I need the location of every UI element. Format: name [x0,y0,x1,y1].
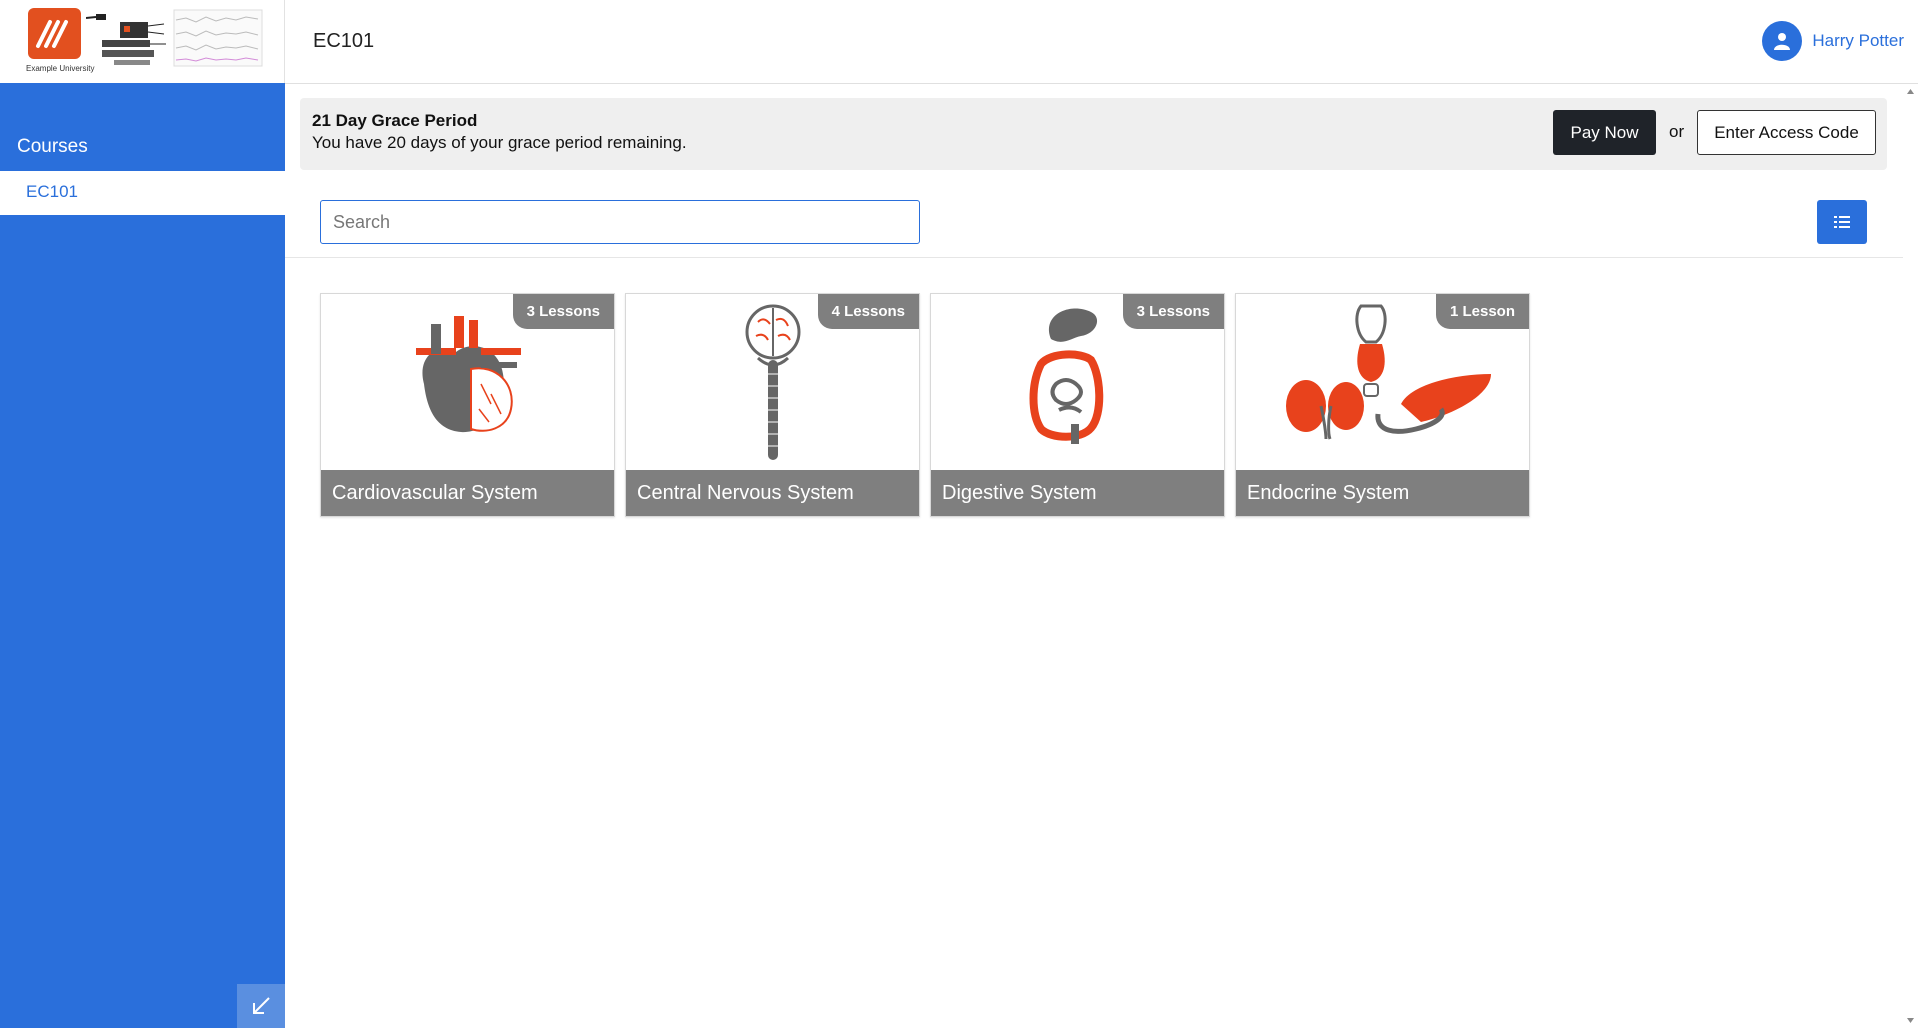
lessons-badge: 4 Lessons [817,294,919,329]
course-title: Endocrine System [1247,482,1410,504]
sidebar-item-label: EC101 [26,182,78,201]
devices-illustration-icon [86,9,263,67]
or-text: or [1669,122,1685,141]
course-title: Central Nervous System [637,482,854,504]
divider [285,257,1903,258]
header: EC101 Harry Potter [285,0,1918,84]
user-menu[interactable]: Harry Potter [1762,21,1904,61]
logo-area: Example University [0,0,285,83]
user-icon [1774,33,1791,50]
course-title: Cardiovascular System [332,482,538,504]
course-card[interactable]: 3 Lessons Cardiovascular System [320,293,615,517]
card-footer: Endocrine System [1236,470,1529,516]
grace-period-banner: 21 Day Grace Period You have 20 days of … [300,98,1887,170]
sidebar: Example University Courses EC101 [0,0,285,1028]
list-view-button[interactable] [1817,200,1867,244]
collapse-sidebar-button[interactable] [237,984,285,1028]
lessons-badge: 3 Lessons [1122,294,1224,329]
course-card[interactable]: 3 Lessons Digestive System [930,293,1225,517]
card-footer: Digestive System [931,470,1224,516]
avatar[interactable] [1762,21,1803,61]
sidebar-heading: Courses [17,136,88,157]
banner-text: You have 20 days of your grace period re… [312,133,687,152]
user-name[interactable]: Harry Potter [1812,31,1904,51]
page-scrollbar[interactable] [1903,84,1918,1028]
card-footer: Cardiovascular System [321,470,614,516]
arrow-down-left-icon [253,997,270,1014]
page-title: EC101 [313,30,375,52]
card-footer: Central Nervous System [626,470,919,516]
course-title: Digestive System [942,482,1097,504]
logo-icon [28,8,81,59]
pay-now-button[interactable]: Pay Now [1553,110,1656,155]
enter-access-code-button[interactable]: Enter Access Code [1697,110,1876,155]
logo-org-name: Example University [26,64,95,73]
course-card[interactable]: 1 Lesson Endocrine System [1235,293,1530,517]
sidebar-item-ec101[interactable]: EC101 [0,171,285,215]
scrollbar-arrows-icon [1907,89,1914,1023]
course-card[interactable]: 4 Lessons Central Nervous System [625,293,920,517]
lessons-badge: 1 Lesson [1435,294,1529,329]
list-icon [1834,216,1850,228]
lessons-badge: 3 Lessons [512,294,614,329]
search-input[interactable] [320,200,920,244]
banner-title: 21 Day Grace Period [312,111,478,130]
